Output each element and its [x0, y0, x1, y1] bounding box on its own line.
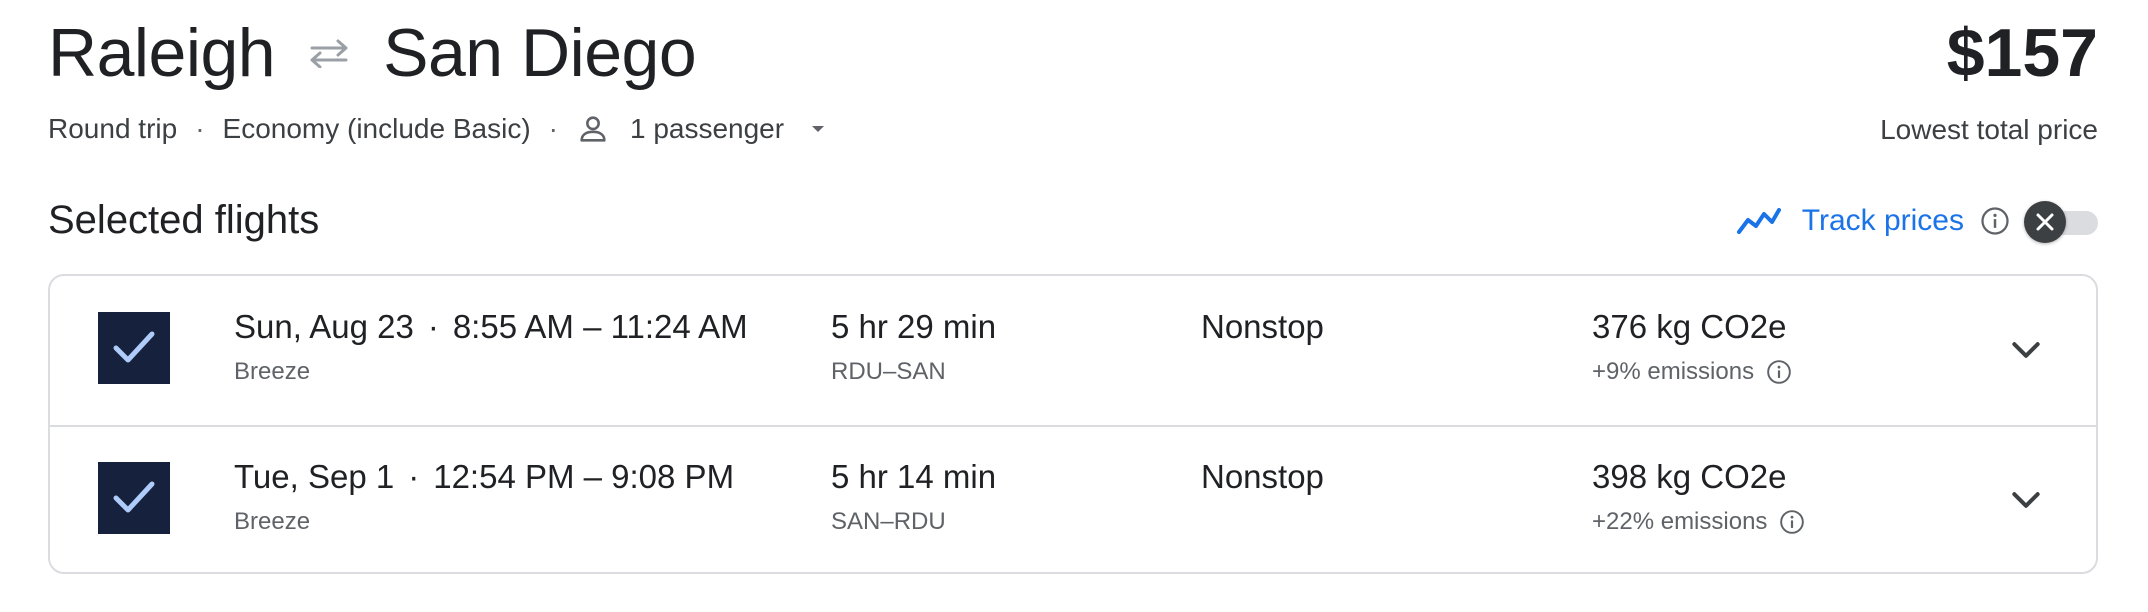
emissions-block: 376 kg CO2e +9% emissions	[1592, 308, 1792, 386]
flight-date: Tue, Sep 1	[234, 458, 395, 495]
destination-city: San Diego	[383, 15, 697, 91]
lowest-price-caption: Lowest total price	[1880, 114, 2098, 145]
chevron-down-icon[interactable]	[2006, 480, 2046, 520]
emissions-delta: +9% emissions	[1592, 358, 1755, 385]
cabin-class: Economy (include Basic)	[222, 113, 531, 144]
passenger-selector[interactable]: 1 passenger	[576, 112, 830, 146]
separator-dot: ·	[195, 113, 205, 144]
flight-route: SAN–RDU	[831, 508, 946, 535]
track-prices-label[interactable]: Track prices	[1802, 204, 1964, 238]
flight-duration: 5 hr 29 min	[831, 308, 997, 345]
flight-duration: 5 hr 14 min	[831, 458, 997, 495]
checkmark-icon	[113, 331, 155, 363]
separator-dot: ·	[427, 308, 439, 345]
selected-flights-heading: Selected flights	[48, 198, 320, 242]
origin-city: Raleigh	[48, 15, 276, 91]
selected-flights-card: Sun, Aug 23 · 8:55 AM – 11:24 AM Breeze 5 …	[48, 274, 2098, 574]
emissions-value: 398 kg CO2e	[1592, 458, 1787, 495]
flight-row[interactable]: Tue, Sep 1 · 12:54 PM – 9:08 PM Breeze 5 h…	[50, 426, 2096, 575]
flight-time-range: 12:54 PM – 9:08 PM	[433, 458, 735, 495]
route-title: Raleigh San Diego	[48, 14, 697, 92]
airline-name: Breeze	[234, 358, 311, 385]
track-prices[interactable]: Track prices	[1736, 204, 2010, 238]
flight-stops: Nonstop	[1201, 458, 1324, 495]
selected-checkbox[interactable]	[98, 312, 170, 384]
separator-dot: ·	[408, 458, 420, 495]
swap-arrows-icon	[299, 33, 359, 73]
flight-stops-block: Nonstop	[1201, 308, 1324, 346]
separator-dot: ·	[548, 113, 558, 144]
toggle-knob	[2024, 201, 2066, 243]
dropdown-caret-icon	[812, 126, 825, 132]
trip-type: Round trip	[48, 113, 178, 144]
flight-times: Sun, Aug 23 · 8:55 AM – 11:24 AM Breeze	[234, 308, 748, 386]
flight-row[interactable]: Sun, Aug 23 · 8:55 AM – 11:24 AM Breeze 5 …	[50, 276, 2096, 427]
track-prices-toggle[interactable]	[2024, 201, 2098, 243]
checkmark-icon	[113, 481, 155, 513]
flight-date: Sun, Aug 23	[234, 308, 414, 345]
person-icon	[580, 116, 606, 142]
chevron-down-icon[interactable]	[2006, 330, 2046, 370]
info-icon[interactable]	[1980, 206, 2010, 236]
info-icon[interactable]	[1766, 359, 1792, 385]
flight-time-range: 8:55 AM – 11:24 AM	[452, 308, 748, 345]
flight-route: RDU–SAN	[831, 358, 946, 385]
flight-duration-block: 5 hr 29 min RDU–SAN	[831, 308, 996, 386]
info-icon[interactable]	[1779, 509, 1805, 535]
close-icon	[2036, 213, 2054, 231]
flight-duration-block: 5 hr 14 min SAN–RDU	[831, 458, 996, 536]
passenger-count: 1 passenger	[629, 113, 785, 144]
flight-stops-block: Nonstop	[1201, 458, 1324, 496]
selected-checkbox[interactable]	[98, 462, 170, 534]
emissions-value: 376 kg CO2e	[1592, 308, 1787, 345]
emissions-block: 398 kg CO2e +22% emissions	[1592, 458, 1805, 536]
emissions-delta: +22% emissions	[1592, 508, 1768, 535]
lowest-price: $157	[1946, 15, 2098, 91]
flight-stops: Nonstop	[1201, 308, 1324, 345]
airline-name: Breeze	[234, 508, 311, 535]
trend-line-icon	[1736, 208, 1781, 234]
flight-times: Tue, Sep 1 · 12:54 PM – 9:08 PM Breeze	[234, 458, 734, 536]
trip-options: Round trip · Economy (include Basic) · 1…	[48, 112, 830, 146]
